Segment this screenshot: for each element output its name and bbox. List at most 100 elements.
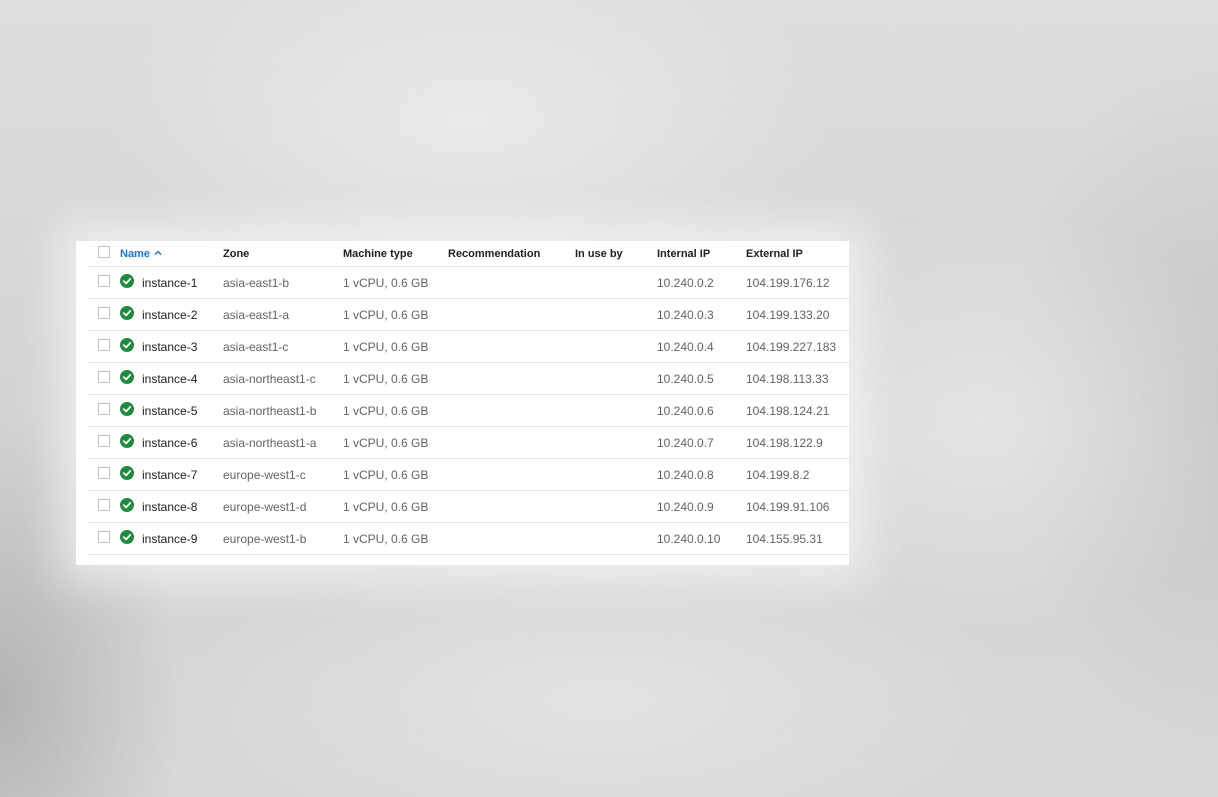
instance-name-link[interactable]: instance-1 xyxy=(142,276,197,290)
machine-type-cell: 1 vCPU, 0.6 GB xyxy=(343,426,448,459)
column-header-name[interactable]: Name xyxy=(120,241,223,267)
select-all-checkbox[interactable] xyxy=(98,245,110,258)
external-ip-cell: 104.199.176.12 xyxy=(746,266,849,299)
zone-cell: europe-west1-c xyxy=(223,458,343,491)
in-use-by-cell xyxy=(575,266,657,299)
zone-cell: asia-northeast1-b xyxy=(223,394,343,427)
row-checkbox[interactable] xyxy=(98,531,110,544)
table-header-row: Name Zone Machine type Recommendation In… xyxy=(88,241,849,267)
external-ip-cell: 104.155.95.31 xyxy=(746,522,849,555)
machine-type-cell: 1 vCPU, 0.6 GB xyxy=(343,522,448,555)
zone-cell: europe-west1-d xyxy=(223,490,343,523)
name-cell: instance-6 xyxy=(120,426,223,459)
row-select-cell xyxy=(88,330,120,363)
internal-ip-cell: 10.240.0.8 xyxy=(657,458,746,491)
recommendation-cell xyxy=(448,490,575,523)
in-use-by-cell xyxy=(575,490,657,523)
instance-name-link[interactable]: instance-8 xyxy=(142,500,197,514)
row-select-cell xyxy=(88,362,120,395)
table-row[interactable]: instance-4 asia-northeast1-c 1 vCPU, 0.6 G… xyxy=(88,362,849,395)
row-select-cell xyxy=(88,490,120,523)
row-checkbox[interactable] xyxy=(98,499,110,512)
table-row[interactable]: instance-6 asia-northeast1-a 1 vCPU, 0.6 G… xyxy=(88,426,849,459)
check-circle-icon xyxy=(120,273,134,288)
row-checkbox[interactable] xyxy=(98,307,110,320)
machine-type-cell: 1 vCPU, 0.6 GB xyxy=(343,330,448,363)
recommendation-cell xyxy=(448,522,575,555)
recommendation-cell xyxy=(448,266,575,299)
column-header-internal-ip[interactable]: Internal IP xyxy=(657,241,746,267)
zone-cell: asia-east1-c xyxy=(223,330,343,363)
table-row[interactable]: instance-9 europe-west1-b 1 vCPU, 0.6 GB 10… xyxy=(88,522,849,555)
external-ip-cell: 104.199.91.106 xyxy=(746,490,849,523)
row-select-cell xyxy=(88,266,120,299)
machine-type-cell: 1 vCPU, 0.6 GB xyxy=(343,394,448,427)
row-checkbox[interactable] xyxy=(98,275,110,288)
column-header-in-use-by[interactable]: In use by xyxy=(575,241,657,267)
instance-name-link[interactable]: instance-2 xyxy=(142,308,197,322)
recommendation-cell xyxy=(448,458,575,491)
row-checkbox[interactable] xyxy=(98,339,110,352)
table-row[interactable]: instance-5 asia-northeast1-b 1 vCPU, 0.6 G… xyxy=(88,394,849,427)
column-header-recommendation[interactable]: Recommendation xyxy=(448,241,575,267)
row-checkbox[interactable] xyxy=(98,371,110,384)
machine-type-cell: 1 vCPU, 0.6 GB xyxy=(343,490,448,523)
in-use-by-cell xyxy=(575,298,657,331)
arrow-up-icon xyxy=(154,250,162,255)
column-header-zone[interactable]: Zone xyxy=(223,241,343,267)
name-cell: instance-3 xyxy=(120,330,223,363)
zone-cell: asia-east1-a xyxy=(223,298,343,331)
instance-name-link[interactable]: instance-7 xyxy=(142,468,197,482)
row-checkbox[interactable] xyxy=(98,467,110,480)
column-header-name-label: Name xyxy=(120,247,150,260)
external-ip-cell: 104.198.113.33 xyxy=(746,362,849,395)
name-cell: instance-1 xyxy=(120,266,223,299)
vm-instances-table: Name Zone Machine type Recommendation In… xyxy=(88,241,849,555)
name-cell: instance-8 xyxy=(120,490,223,523)
machine-type-cell: 1 vCPU, 0.6 GB xyxy=(343,298,448,331)
check-circle-icon xyxy=(120,337,134,352)
recommendation-cell xyxy=(448,330,575,363)
instance-name-link[interactable]: instance-9 xyxy=(142,532,197,546)
table-row[interactable]: instance-7 europe-west1-c 1 vCPU, 0.6 GB 10… xyxy=(88,458,849,491)
row-select-cell xyxy=(88,426,120,459)
internal-ip-cell: 10.240.0.4 xyxy=(657,330,746,363)
table-row[interactable]: instance-2 asia-east1-a 1 vCPU, 0.6 GB 10.2… xyxy=(88,298,849,331)
check-circle-icon xyxy=(120,401,134,416)
column-header-machine-type[interactable]: Machine type xyxy=(343,241,448,267)
row-checkbox[interactable] xyxy=(98,403,110,416)
instance-name-link[interactable]: instance-5 xyxy=(142,404,197,418)
in-use-by-cell xyxy=(575,330,657,363)
in-use-by-cell xyxy=(575,522,657,555)
check-circle-icon xyxy=(120,369,134,384)
instance-name-link[interactable]: instance-4 xyxy=(142,372,197,386)
check-circle-icon xyxy=(120,433,134,448)
in-use-by-cell xyxy=(575,426,657,459)
instance-name-link[interactable]: instance-3 xyxy=(142,340,197,354)
name-cell: instance-5 xyxy=(120,394,223,427)
row-select-cell xyxy=(88,522,120,555)
internal-ip-cell: 10.240.0.6 xyxy=(657,394,746,427)
internal-ip-cell: 10.240.0.3 xyxy=(657,298,746,331)
table-row[interactable]: instance-1 asia-east1-b 1 vCPU, 0.6 GB 10.2… xyxy=(88,266,849,299)
zone-cell: europe-west1-b xyxy=(223,522,343,555)
row-checkbox[interactable] xyxy=(98,435,110,448)
external-ip-cell: 104.198.122.9 xyxy=(746,426,849,459)
recommendation-cell xyxy=(448,298,575,331)
recommendation-cell xyxy=(448,394,575,427)
instance-name-link[interactable]: instance-6 xyxy=(142,436,197,450)
check-circle-icon xyxy=(120,305,134,320)
table-body: instance-1 asia-east1-b 1 vCPU, 0.6 GB 10.2… xyxy=(88,266,849,555)
check-circle-icon xyxy=(120,465,134,480)
vm-instances-panel: Name Zone Machine type Recommendation In… xyxy=(76,241,849,565)
table-row[interactable]: instance-3 asia-east1-c 1 vCPU, 0.6 GB 10.2… xyxy=(88,330,849,363)
row-select-cell xyxy=(88,458,120,491)
external-ip-cell: 104.199.8.2 xyxy=(746,458,849,491)
check-circle-icon xyxy=(120,529,134,544)
table-row[interactable]: instance-8 europe-west1-d 1 vCPU, 0.6 GB 10… xyxy=(88,490,849,523)
name-cell: instance-9 xyxy=(120,522,223,555)
name-cell: instance-2 xyxy=(120,298,223,331)
internal-ip-cell: 10.240.0.9 xyxy=(657,490,746,523)
column-header-external-ip[interactable]: External IP xyxy=(746,241,849,267)
row-select-cell xyxy=(88,394,120,427)
